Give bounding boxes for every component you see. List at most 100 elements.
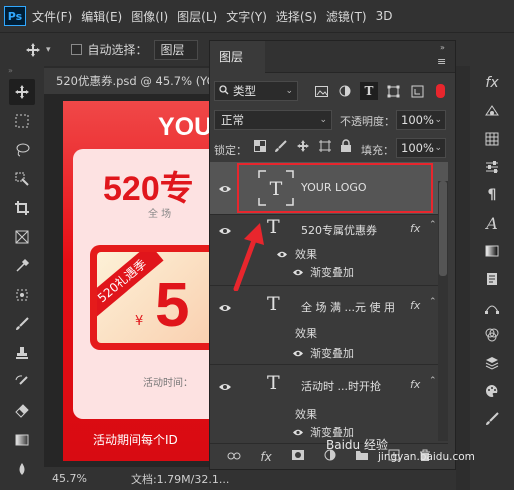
menu-3d[interactable]: 3D <box>376 9 393 23</box>
menu-image[interactable]: 图像(I) <box>131 8 168 25</box>
effect-eye-icon[interactable] <box>292 347 308 359</box>
fx-icon[interactable]: fx <box>410 378 420 391</box>
channels-icon[interactable] <box>481 324 503 346</box>
menu-edit[interactable]: 编辑(E) <box>81 8 122 25</box>
chevron-up-icon[interactable]: ⌃ <box>429 220 437 230</box>
visibility-eye-icon[interactable] <box>218 183 234 195</box>
palette-icon[interactable] <box>481 380 503 402</box>
menu-file[interactable]: 文件(F) <box>32 8 72 25</box>
document-tab[interactable]: 520优惠券.psd @ 45.7% (YOUR <box>44 68 209 94</box>
scrollbar-thumb[interactable] <box>439 181 447 276</box>
menu-layer[interactable]: 图层(L) <box>177 8 217 25</box>
layers-icon[interactable] <box>481 352 503 374</box>
move-tool-icon[interactable] <box>24 41 42 59</box>
lock-all-icon[interactable] <box>340 139 352 156</box>
document-icon[interactable] <box>481 268 503 290</box>
toolbar-grip[interactable]: » <box>0 66 44 76</box>
frame-tool[interactable] <box>9 224 35 250</box>
filter-shape-icon[interactable] <box>384 82 402 100</box>
eraser-tool[interactable] <box>9 398 35 424</box>
chevron-up-icon[interactable]: ⌃ <box>429 376 437 386</box>
menu-bar: Ps 文件(F) 编辑(E) 图像(I) 图层(L) 文字(Y) 选择(S) 滤… <box>0 0 514 32</box>
quick-select-tool[interactable] <box>9 166 35 192</box>
add-mask-icon[interactable] <box>291 449 305 464</box>
collapse-icon[interactable]: » <box>440 43 445 52</box>
fx-icon[interactable]: fx <box>410 222 420 235</box>
menu-select[interactable]: 选择(S) <box>276 8 317 25</box>
blur-tool[interactable] <box>9 456 35 482</box>
coupon-footer: 活动期间每个ID <box>93 433 178 447</box>
layer-name[interactable]: 活动时 ...时开抢 <box>301 378 381 394</box>
menu-filter[interactable]: 滤镜(T) <box>326 8 367 25</box>
layer-filter-dropdown[interactable]: 类型 ⌄ <box>214 81 298 101</box>
canvas-area[interactable]: YOUR 520专 全 场 520礼遇季 ¥ 5 活动时间： 活动期间每个ID <box>44 94 214 467</box>
add-style-icon[interactable]: fx <box>260 450 271 464</box>
eyedropper-tool[interactable] <box>9 253 35 279</box>
opacity-input[interactable]: 100% ⌄ <box>396 110 446 130</box>
gradient-swatch-icon[interactable] <box>481 240 503 262</box>
auto-select-dropdown[interactable]: 图层 <box>153 39 198 60</box>
glyph-icon[interactable]: A <box>481 212 503 234</box>
adjust-icon[interactable] <box>481 100 503 122</box>
fx-icon[interactable]: fx <box>410 299 420 312</box>
fill-input[interactable]: 100% ⌄ <box>396 138 446 158</box>
layers-scrollbar[interactable] <box>438 181 448 441</box>
sliders-icon[interactable] <box>481 156 503 178</box>
fill-value: 100% <box>401 141 434 155</box>
document-size[interactable]: 文档:1.79M/32.1... <box>131 471 229 487</box>
chevron-up-icon[interactable]: ⌃ <box>429 297 437 307</box>
layer-row-huodong[interactable]: T 活动时 ...时开抢 fx ⌃ 效果 渐变叠加 <box>210 366 448 442</box>
filter-pixel-icon[interactable] <box>312 82 330 100</box>
auto-select-checkbox[interactable] <box>70 44 82 55</box>
blend-mode-dropdown[interactable]: 正常 ⌄ <box>214 110 332 130</box>
healing-tool[interactable] <box>9 282 35 308</box>
text-layer-icon: T <box>267 293 280 315</box>
effects-label: 效果 <box>295 327 317 340</box>
gradient-icon <box>15 434 29 446</box>
layer-name[interactable]: 520专属优惠券 <box>301 222 377 238</box>
chevron-down-icon[interactable]: ▾ <box>46 45 51 55</box>
gradient-tool[interactable] <box>9 427 35 453</box>
crop-icon <box>15 201 29 215</box>
filter-toggle-icon[interactable] <box>436 84 445 98</box>
lock-position-icon[interactable] <box>296 139 310 156</box>
lock-transparency-icon[interactable] <box>254 140 266 155</box>
effect-eye-icon[interactable] <box>292 266 308 278</box>
brush-settings-icon[interactable] <box>481 408 503 430</box>
effect-name[interactable]: 渐变叠加 <box>310 264 354 280</box>
lock-artboard-icon[interactable] <box>318 139 332 156</box>
marquee-tool[interactable] <box>9 108 35 134</box>
lasso-tool[interactable] <box>9 137 35 163</box>
lock-pixels-icon[interactable] <box>274 139 288 156</box>
move-tool[interactable] <box>9 79 35 105</box>
paragraph-icon[interactable]: ¶ <box>481 184 503 206</box>
tools-panel: » <box>0 66 44 490</box>
table-icon[interactable] <box>481 128 503 150</box>
history-brush-tool[interactable] <box>9 369 35 395</box>
link-layers-icon[interactable] <box>227 450 241 464</box>
photoshop-logo[interactable]: Ps <box>4 6 26 26</box>
zoom-level[interactable]: 45.7% <box>52 472 87 485</box>
visibility-eye-icon[interactable] <box>218 302 234 314</box>
blend-mode-value: 正常 <box>221 113 244 127</box>
effect-name[interactable]: 渐变叠加 <box>310 345 354 361</box>
brush-tool[interactable] <box>9 311 35 337</box>
panel-menu-icon[interactable]: ≡ <box>437 55 446 68</box>
layer-row-quanchang[interactable]: T 全 场 满 ...元 使 用 fx ⌃ 效果 渐变叠加 <box>210 287 448 365</box>
menu-type[interactable]: 文字(Y) <box>226 8 267 25</box>
layers-tab[interactable]: 图层 <box>210 41 265 73</box>
fx-icon[interactable]: fx <box>481 72 503 94</box>
dodge-tool[interactable] <box>9 485 35 490</box>
visibility-eye-icon[interactable] <box>218 381 234 393</box>
effect-eye-icon[interactable] <box>292 426 308 438</box>
paths-icon[interactable] <box>481 296 503 318</box>
opacity-label: 不透明度： <box>340 115 395 128</box>
effects-label: 效果 <box>295 248 317 261</box>
stamp-tool[interactable] <box>9 340 35 366</box>
crop-tool[interactable] <box>9 195 35 221</box>
layer-name[interactable]: 全 场 满 ...元 使 用 <box>301 299 395 315</box>
effects-eye-icon[interactable] <box>276 248 292 260</box>
filter-adjust-icon[interactable] <box>336 82 354 100</box>
filter-type-icon[interactable]: T <box>360 82 378 100</box>
filter-smart-object-icon[interactable] <box>408 82 426 100</box>
